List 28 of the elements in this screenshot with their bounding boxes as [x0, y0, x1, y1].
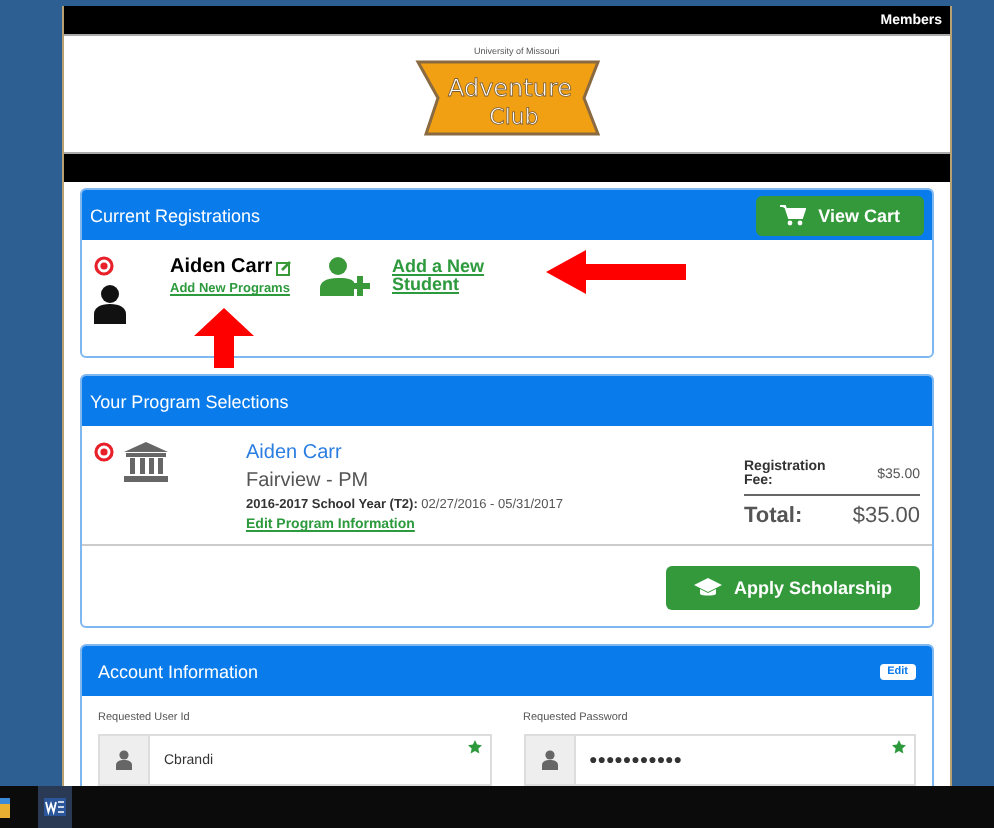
- add-user-icon[interactable]: [320, 256, 372, 296]
- apply-scholarship-button[interactable]: Apply Scholarship: [665, 566, 920, 610]
- arrow-annotation: [546, 250, 686, 294]
- user-icon: [541, 750, 557, 770]
- total-amount: $35.00: [852, 504, 920, 528]
- taskbar-item[interactable]: [38, 786, 72, 828]
- edit-icon[interactable]: [276, 259, 293, 275]
- student-name: Aiden Carr: [170, 256, 273, 278]
- remove-icon[interactable]: [94, 256, 114, 276]
- panel-title: Your Program Selections: [90, 391, 289, 411]
- graduation-cap-icon: [693, 578, 722, 598]
- document-app-icon: [44, 798, 66, 816]
- cart-icon: [780, 204, 807, 226]
- student-name: Aiden Carr: [246, 442, 344, 464]
- total-label: Total:: [744, 504, 803, 528]
- folder-icon[interactable]: [0, 797, 10, 817]
- arrow-annotation: [194, 308, 254, 368]
- user-icon: [116, 750, 132, 770]
- bank-icon: [124, 442, 168, 482]
- required-star-icon: [467, 740, 481, 754]
- panel-title: Current Registrations: [90, 205, 261, 225]
- person-icon: [94, 284, 126, 324]
- add-new-student-link[interactable]: Add a New Student: [392, 258, 512, 294]
- view-cart-button[interactable]: View Cart: [756, 195, 924, 235]
- required-star-icon: [892, 740, 906, 754]
- panel-title: Account Information: [98, 661, 259, 681]
- program-name: Fairview - PM: [246, 470, 371, 492]
- remove-icon[interactable]: [94, 442, 114, 462]
